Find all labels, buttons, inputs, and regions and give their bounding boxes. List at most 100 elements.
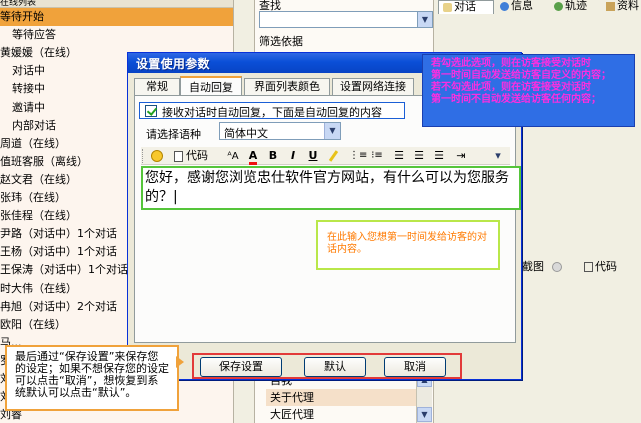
indent-button[interactable]: ⇥ (453, 148, 469, 164)
filter-label: 筛选依据 (259, 35, 303, 48)
code-tool-label: 代码 (595, 260, 617, 273)
info-icon (500, 1, 509, 11)
chevron-down-icon[interactable]: ▼ (417, 12, 432, 27)
buttons-explanation-note: 最后通过“保存设置”来保存您的设定；如果不想保存您的设定可以点击“取消”，想恢复… (5, 345, 179, 411)
auto-reply-checkbox[interactable] (145, 105, 157, 117)
visitor-row[interactable]: 黄媛媛（在线） (0, 44, 77, 62)
screenshot-tool[interactable]: 截图 (522, 258, 562, 274)
tab-auto-reply[interactable]: 自动回复 (180, 76, 242, 96)
visitor-row-label: 时大伟（在线） (0, 281, 77, 295)
auto-reply-option[interactable]: 接收对话时自动回复，下面是自动回复的内容 (139, 102, 405, 119)
highlight-button[interactable] (325, 148, 341, 164)
tab-profile[interactable]: 资料 (602, 0, 640, 14)
visitor-row[interactable]: 等待开始 (0, 8, 233, 26)
visitor-row-label: 转接中 (12, 82, 45, 96)
track-icon (554, 1, 563, 11)
visitor-row[interactable]: 赵文君（在线） (0, 171, 77, 189)
insert-code-label: 代码 (186, 149, 208, 162)
tab-profile-label: 资料 (617, 0, 639, 12)
visitor-row[interactable]: 周道（在线） (0, 135, 66, 153)
search-combo[interactable]: ▼ (259, 11, 433, 28)
bold-button[interactable]: B (265, 148, 281, 164)
visitor-row-label: 周道（在线） (0, 136, 66, 150)
visitor-row-label: 值班客服（离线） (0, 154, 88, 168)
reply-editor[interactable]: 您好，感谢您浏览忠仕软件官方网站，有什么可以为您服务的？| (141, 166, 521, 210)
visitor-row-label: 冉旭（对话中）2个对话 (0, 299, 117, 313)
visitor-row-label: 对话中 (12, 64, 45, 78)
language-value: 简体中文 (224, 127, 268, 140)
underline-button[interactable]: U (305, 148, 321, 164)
cancel-button[interactable]: 取消 (384, 357, 446, 377)
numbered-list-button[interactable]: ⋮≡ (349, 148, 368, 164)
bullet-list-icon: ⁝≡ (371, 150, 383, 161)
visitor-row-label: 张玮（在线） (0, 191, 66, 204)
visitor-row[interactable]: 张玮（在线） (0, 189, 66, 207)
italic-button[interactable]: I (285, 148, 301, 164)
emoji-button[interactable] (149, 148, 165, 164)
bullet-list-button[interactable]: ⁝≡ (369, 148, 385, 164)
visitor-row-label: 黄媛媛（在线） (0, 46, 77, 60)
font-size-button[interactable]: ᴬA (225, 148, 241, 164)
tab-track[interactable]: 轨迹 (550, 0, 600, 14)
language-label: 请选择语种 (146, 128, 201, 141)
dialog-title: 设置使用参数 (136, 57, 210, 71)
visitor-row-label: 赵文君（在线） (0, 172, 77, 186)
save-button[interactable]: 保存设置 (200, 357, 282, 377)
visitor-row-label: 内部对话 (12, 118, 56, 132)
visitor-row[interactable]: 时大伟（在线） (0, 280, 77, 298)
code-icon (174, 150, 183, 162)
category-item[interactable]: 大匠代理 (266, 406, 416, 423)
note-line: 若勾选此选项，则在访客接受对话时 (431, 58, 591, 69)
align-left-button[interactable]: ☰ (391, 148, 407, 164)
tab-info[interactable]: 信息 (496, 0, 548, 14)
tab-general[interactable]: 常规 (134, 78, 180, 95)
visitor-row-label: 张佳程（在线） (0, 209, 77, 223)
insert-code-button[interactable]: 代码 (169, 148, 213, 164)
font-size-icon: ᴬA (227, 151, 239, 162)
default-button[interactable]: 默认 (304, 357, 366, 377)
align-center-icon: ☰ (414, 149, 424, 162)
tab-list-colors[interactable]: 界面列表颜色 (244, 78, 330, 95)
visitor-row[interactable]: 欧阳（在线） (0, 316, 66, 334)
visitor-row[interactable]: 对话中 (0, 62, 45, 80)
visitor-row[interactable]: 等待应答 (0, 26, 56, 44)
editor-toolbar: 代码 ᴬA A B I U ⋮≡ ⁝≡ ☰ ☰ ☰ ⇥ ▾ (141, 147, 510, 165)
tab-info-label: 信息 (511, 0, 533, 12)
numbered-list-icon: ⋮≡ (349, 150, 368, 161)
tab-chat[interactable]: 对话 (438, 0, 494, 14)
visitor-list-header: 在线列表 (0, 0, 233, 8)
visitor-row-label: 邀请中 (12, 100, 45, 114)
visitor-row[interactable]: 尹路（对话中）1个对话 (0, 225, 117, 243)
reply-text[interactable]: 您好，感谢您浏览忠仕软件官方网站，有什么可以为您服务的？| (145, 169, 517, 207)
chevron-down-icon[interactable]: ▼ (324, 123, 340, 139)
visitor-row[interactable]: 内部对话 (0, 117, 56, 135)
visitor-row[interactable]: 王杨（对话中）1个对话 (0, 243, 117, 261)
category-item[interactable]: 关于代理 (266, 389, 416, 406)
scroll-down-icon[interactable]: ▼ (417, 407, 432, 422)
indent-icon: ⇥ (456, 149, 466, 162)
profile-icon (606, 1, 615, 11)
align-center-button[interactable]: ☰ (411, 148, 427, 164)
toolbar-overflow-button[interactable]: ▾ (489, 148, 507, 164)
tab-network[interactable]: 设置网络连接 (332, 78, 414, 95)
callout-pointer (176, 356, 184, 368)
font-color-button[interactable]: A (245, 148, 261, 165)
highlighter-icon (328, 150, 338, 162)
note-line: 第一时间不自动发送给访客任何内容； (431, 94, 601, 105)
visitor-row-label: 等待开始 (0, 10, 44, 23)
language-select[interactable]: 简体中文 ▼ (219, 122, 341, 140)
dialog-button-bar: 保存设置 默认 取消 (192, 353, 462, 379)
visitor-row[interactable]: 王保涛（对话中）1个对话 (0, 261, 128, 279)
tab-track-label: 轨迹 (565, 0, 587, 12)
visitor-row[interactable]: 转接中 (0, 80, 45, 98)
align-left-icon: ☰ (394, 149, 404, 162)
align-right-button[interactable]: ☰ (431, 148, 447, 164)
code-icon (584, 262, 593, 272)
smiley-icon[interactable] (551, 262, 562, 272)
visitor-row[interactable]: 邀请中 (0, 99, 45, 117)
visitor-row[interactable]: 值班客服（离线） (0, 153, 88, 171)
code-tool[interactable]: 代码 (584, 258, 617, 274)
visitor-row[interactable]: 张佳程（在线） (0, 207, 77, 225)
visitor-row[interactable]: 冉旭（对话中）2个对话 (0, 298, 117, 316)
visitor-row-label: 等待应答 (12, 28, 56, 42)
